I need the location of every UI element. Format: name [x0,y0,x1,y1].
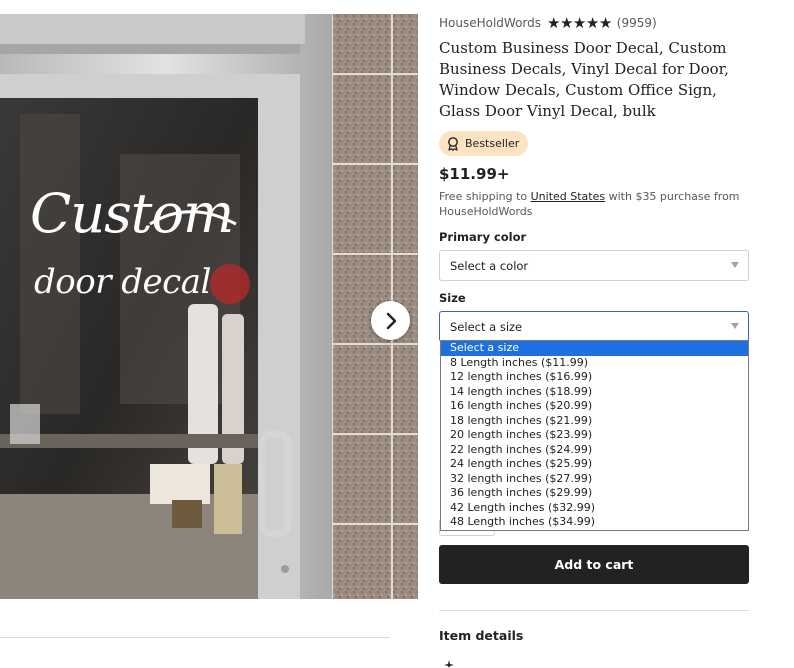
size-option[interactable]: 14 length inches ($18.99) [441,385,748,400]
size-select[interactable]: Select a size [439,311,749,342]
size-option[interactable]: 16 length inches ($20.99) [441,399,748,414]
decal-text-custom: Custom [30,182,234,245]
review-count[interactable]: (9959) [617,16,657,30]
shipping-country-link[interactable]: United States [531,190,606,203]
size-option[interactable]: 24 length inches ($25.99) [441,457,748,472]
award-ribbon-icon [448,136,458,151]
badge-label: Bestseller [465,137,520,150]
add-to-cart-button[interactable]: Add to cart [439,545,749,584]
caret-down-icon [731,262,739,268]
carousel-next-button[interactable] [371,301,410,340]
shop-name-link[interactable]: HouseHoldWords [439,16,541,30]
primary-color-select[interactable]: Select a color [439,250,749,281]
shipping-info: Free shipping to United States with $35 … [439,189,749,219]
size-value: Select a size [450,319,523,334]
primary-color-label: Primary color [439,230,527,244]
size-option-placeholder[interactable]: Select a size [441,341,748,356]
size-label: Size [439,291,466,305]
size-option[interactable]: 12 length inches ($16.99) [441,370,748,385]
size-option[interactable]: 22 length inches ($24.99) [441,443,748,458]
shop-rating-row: HouseHoldWords ★★★★★ (9959) [439,14,657,32]
size-option[interactable]: 32 length inches ($27.99) [441,472,748,487]
size-dropdown-list[interactable]: Select a size 8 Length inches ($11.99) 12 … [440,340,749,531]
size-option[interactable]: 18 length inches ($21.99) [441,414,748,429]
chevron-right-icon [386,312,396,329]
primary-color-value: Select a color [450,258,529,273]
size-option[interactable]: 42 Length inches ($32.99) [441,501,748,516]
caret-down-icon [731,323,739,329]
bestseller-badge: Bestseller [439,131,529,156]
listing-title: Custom Business Door Decal, Custom Busin… [439,39,729,120]
star-rating-icon[interactable]: ★★★★★ [547,14,612,32]
sparkle-icon [444,660,454,668]
shipping-prefix: Free shipping to [439,190,531,203]
decal-text-door-decal: door decal [34,262,211,302]
size-option[interactable]: 36 length inches ($29.99) [441,486,748,501]
image-bottom-divider [0,637,390,638]
product-image[interactable]: Custom door decal [0,14,418,599]
size-option[interactable]: 8 Length inches ($11.99) [441,356,748,371]
size-option[interactable]: 20 length inches ($23.99) [441,428,748,443]
price: $11.99+ [439,165,510,183]
section-divider [439,610,749,611]
item-details-heading[interactable]: Item details [439,628,523,643]
size-option[interactable]: 48 Length inches ($34.99) [441,515,748,530]
